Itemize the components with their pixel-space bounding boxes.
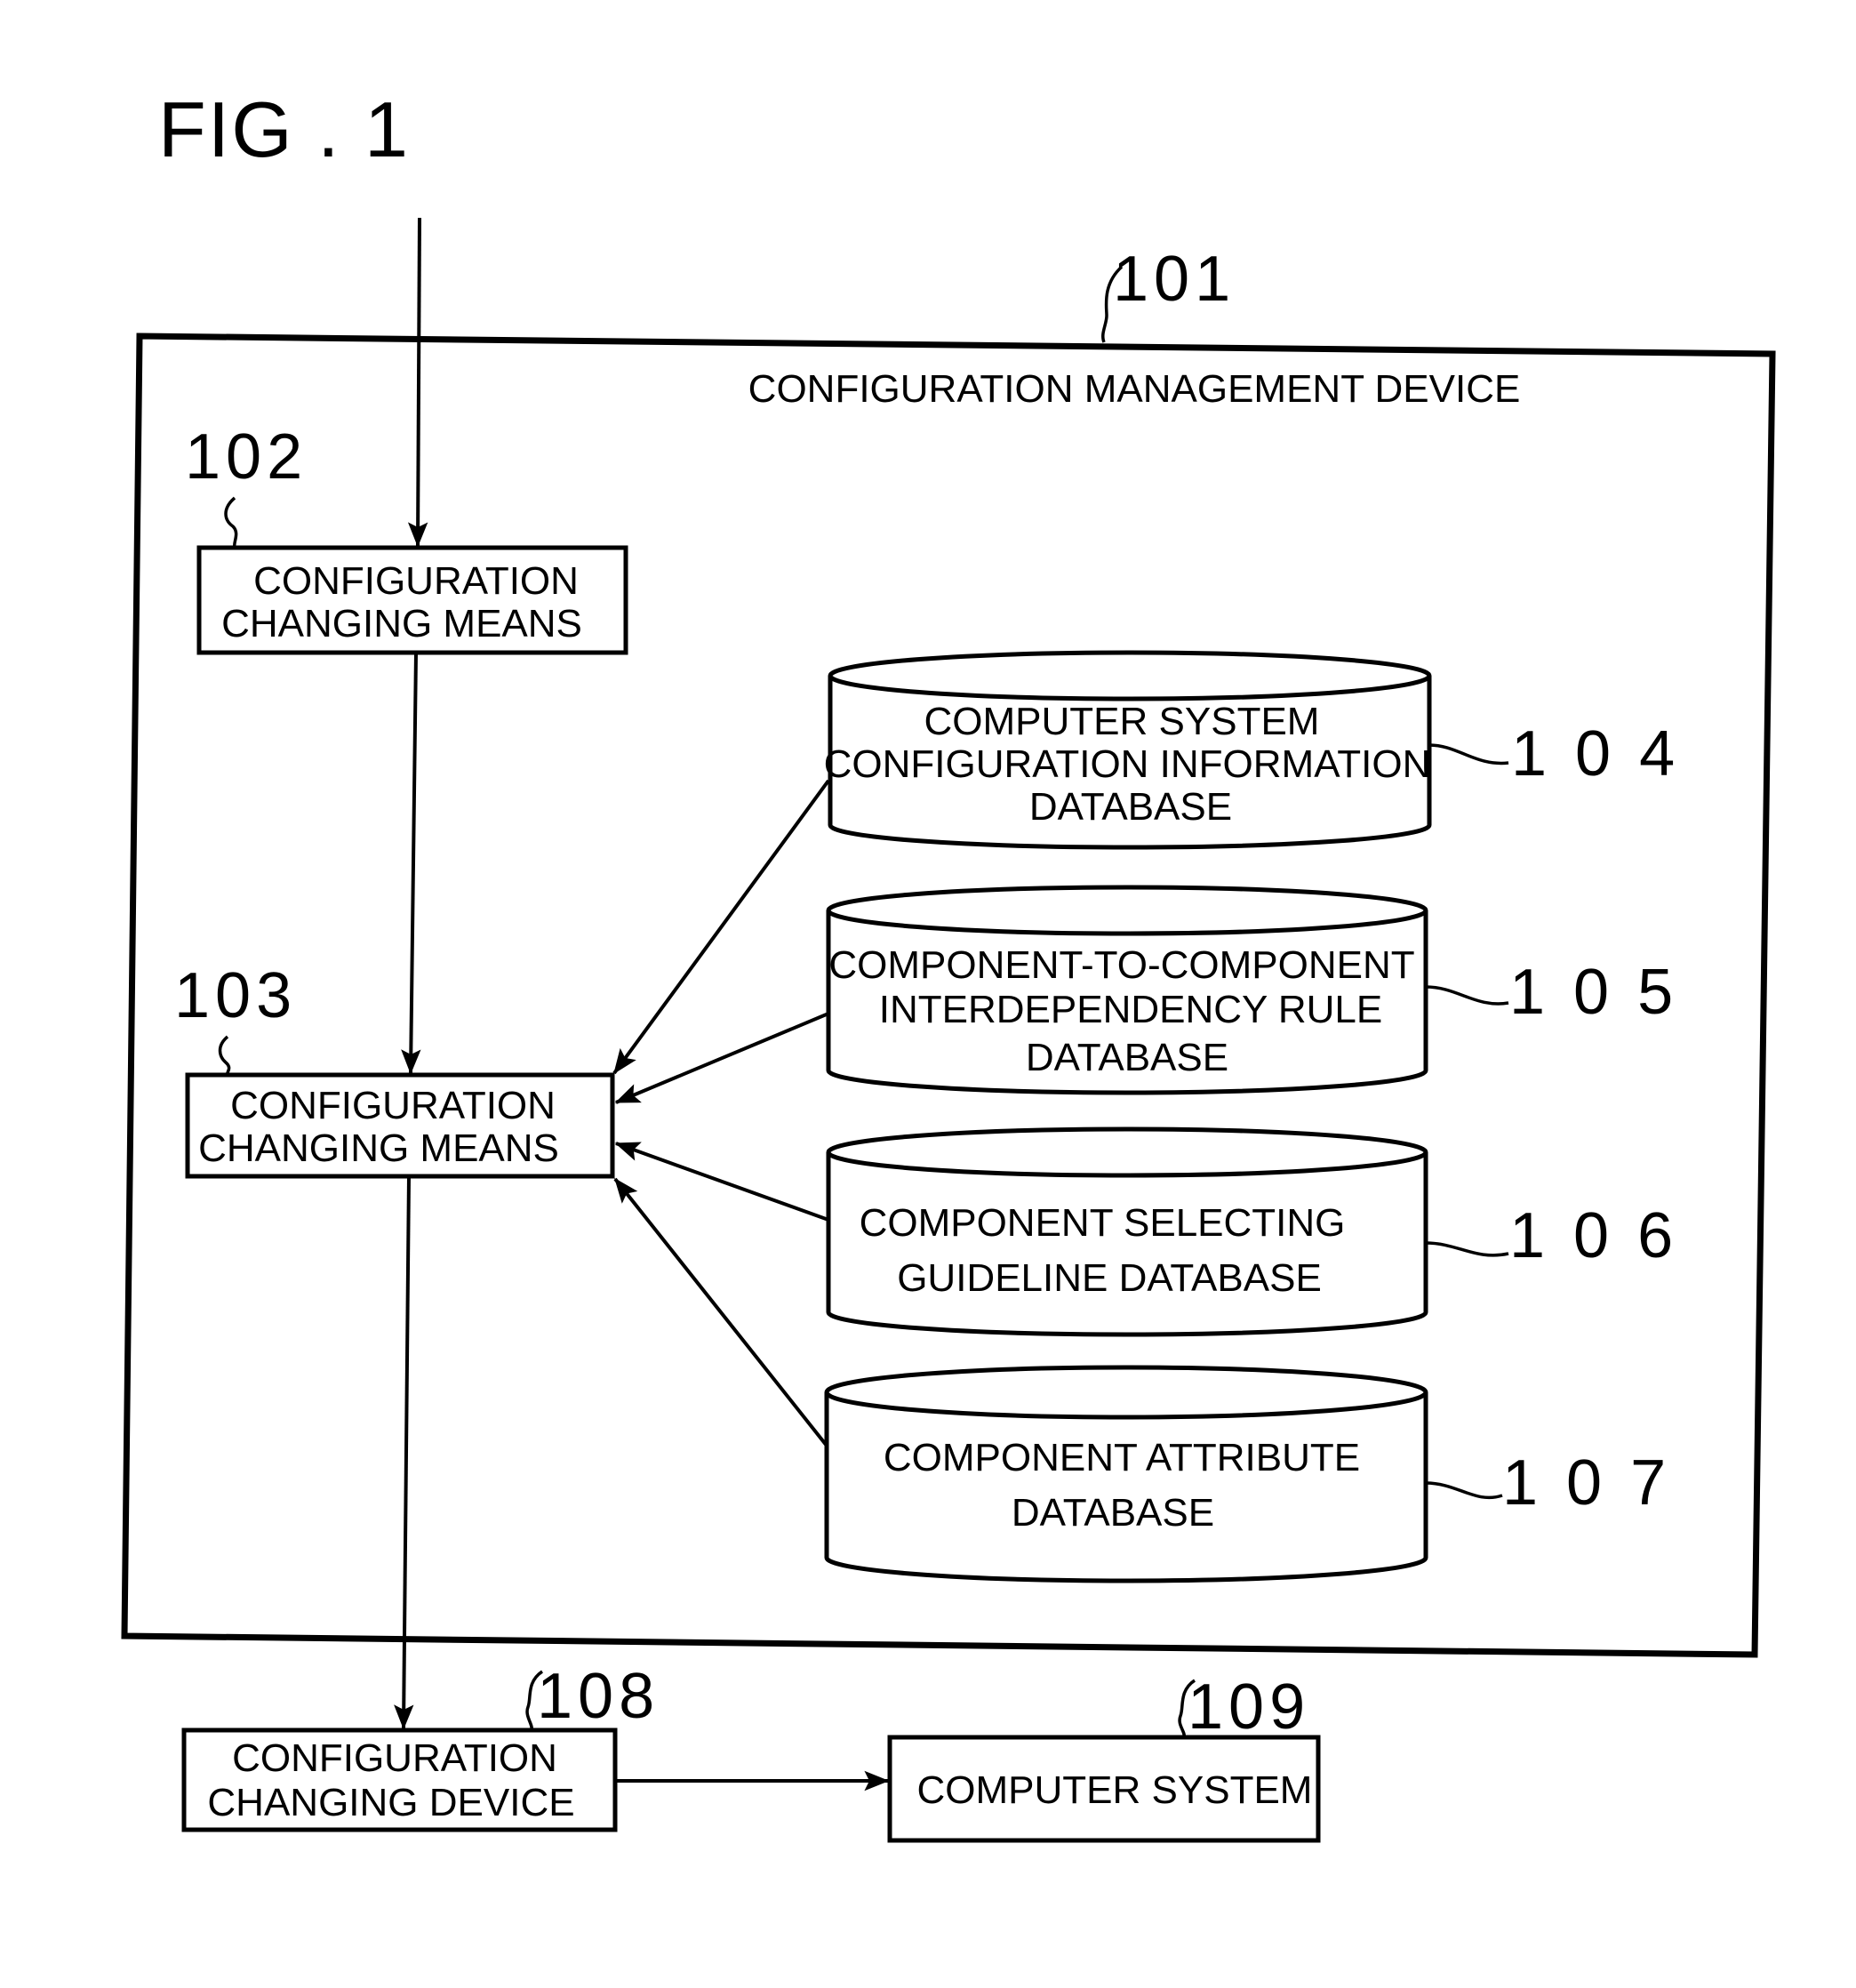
arrow-104-to-103 bbox=[612, 779, 830, 1075]
leader-103 bbox=[218, 1035, 231, 1076]
ref-102: 102 bbox=[185, 421, 308, 493]
database-107: COMPONENT ATTRIBUTE DATABASE bbox=[824, 1365, 1428, 1583]
arrow-107-to-103 bbox=[613, 1177, 828, 1447]
block-103-line-2: CHANGING MEANS bbox=[198, 1126, 559, 1170]
leader-104 bbox=[1428, 743, 1509, 766]
figure-title: FIG . 1 bbox=[158, 85, 410, 173]
ref-106: 1 0 6 bbox=[1509, 1200, 1678, 1271]
database-104-line-2: CONFIGURATION INFORMATION bbox=[824, 742, 1431, 786]
database-105-top bbox=[826, 885, 1428, 936]
ref-105: 1 0 5 bbox=[1509, 957, 1678, 1028]
database-107-line-1: COMPONENT ATTRIBUTE bbox=[884, 1436, 1360, 1479]
database-104-top bbox=[828, 650, 1432, 701]
block-103: CONFIGURATION CHANGING MEANS bbox=[185, 1072, 615, 1179]
ref-103: 103 bbox=[174, 960, 297, 1031]
leader-105 bbox=[1425, 985, 1509, 1006]
ref-108: 108 bbox=[537, 1661, 660, 1732]
arrow-103-to-108 bbox=[394, 1175, 414, 1730]
database-104-line-1: COMPUTER SYSTEM bbox=[924, 700, 1320, 743]
database-107-body bbox=[824, 1392, 1428, 1583]
configuration-management-device-label: CONFIGURATION MANAGEMENT DEVICE bbox=[748, 367, 1521, 411]
leader-106 bbox=[1425, 1241, 1509, 1257]
leader-102 bbox=[224, 496, 238, 549]
leader-107 bbox=[1425, 1481, 1503, 1500]
database-105: COMPONENT-TO-COMPONENT INTERDEPENDENCY R… bbox=[826, 885, 1428, 1095]
database-106-line-2: GUIDELINE DATABASE bbox=[897, 1256, 1322, 1300]
ref-101: 101 bbox=[1113, 244, 1236, 315]
ref-104: 1 0 4 bbox=[1511, 718, 1680, 790]
block-102-line-1: CONFIGURATION bbox=[253, 559, 579, 603]
database-105-line-3: DATABASE bbox=[1026, 1036, 1228, 1079]
ref-107: 1 0 7 bbox=[1502, 1447, 1671, 1519]
arrow-106-to-103 bbox=[614, 1142, 829, 1222]
block-102: CONFIGURATION CHANGING MEANS bbox=[196, 545, 628, 655]
block-103-line-1: CONFIGURATION bbox=[230, 1084, 556, 1127]
block-102-line-2: CHANGING MEANS bbox=[221, 602, 582, 645]
database-107-top bbox=[824, 1365, 1428, 1420]
database-105-line-2: INTERDEPENDENCY RULE bbox=[879, 988, 1382, 1031]
block-108: CONFIGURATION CHANGING DEVICE bbox=[181, 1727, 618, 1832]
block-109-line-1: COMPUTER SYSTEM bbox=[917, 1768, 1313, 1812]
database-106-line-1: COMPONENT SELECTING bbox=[860, 1201, 1346, 1245]
database-105-line-1: COMPONENT-TO-COMPONENT bbox=[828, 943, 1414, 987]
block-108-line-2: CHANGING DEVICE bbox=[207, 1781, 574, 1824]
patent-figure: FIG . 1 CONFIGURATION MANAGEMENT DEVICE … bbox=[121, 85, 1776, 1843]
database-104: COMPUTER SYSTEM CONFIGURATION INFORMATIO… bbox=[824, 650, 1432, 850]
block-108-line-1: CONFIGURATION bbox=[232, 1736, 557, 1780]
database-104-line-3: DATABASE bbox=[1029, 785, 1232, 829]
database-106-top bbox=[826, 1126, 1428, 1178]
ref-109: 109 bbox=[1188, 1671, 1310, 1743]
block-109: COMPUTER SYSTEM bbox=[887, 1735, 1321, 1843]
arrow-102-to-103 bbox=[401, 652, 421, 1075]
input-arrow bbox=[407, 217, 428, 548]
database-107-line-2: DATABASE bbox=[1012, 1491, 1214, 1535]
database-106: COMPONENT SELECTING GUIDELINE DATABASE bbox=[826, 1126, 1428, 1337]
